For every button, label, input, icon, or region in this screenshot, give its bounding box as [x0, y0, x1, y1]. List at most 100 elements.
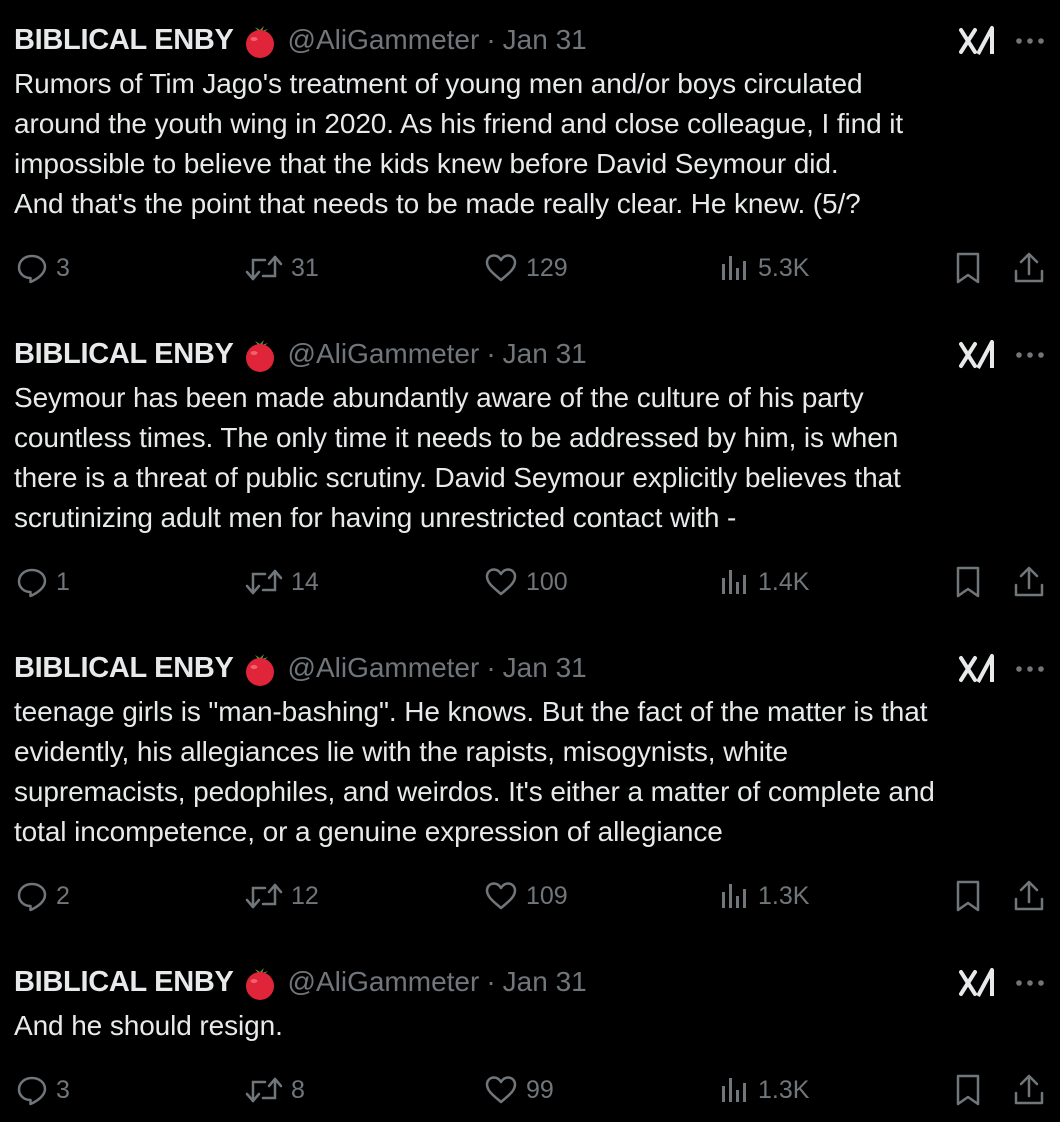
grok-icon[interactable] [958, 24, 996, 58]
heart-icon [485, 1076, 517, 1104]
separator-dot: · [486, 966, 496, 997]
reply-count: 1 [56, 567, 70, 596]
reply-count: 3 [56, 253, 70, 282]
like-button[interactable]: 109 [484, 878, 568, 914]
reply-icon [17, 1076, 47, 1106]
views-icon [722, 1078, 746, 1102]
like-count: 109 [526, 881, 568, 910]
reply-icon [17, 882, 47, 912]
share-button[interactable] [1012, 564, 1046, 600]
share-button[interactable] [1012, 250, 1046, 286]
tweet-date[interactable]: Jan 31 [503, 652, 587, 684]
views-button[interactable]: 1.3K [720, 878, 809, 914]
bookmark-icon [956, 566, 980, 598]
repost-button[interactable]: 31 [245, 250, 319, 286]
like-button[interactable]: 100 [484, 564, 568, 600]
repost-count: 8 [291, 1075, 305, 1104]
bookmark-button[interactable] [952, 1072, 984, 1108]
views-icon [722, 884, 746, 908]
more-options-icon[interactable] [1012, 652, 1048, 686]
views-icon [722, 570, 746, 594]
like-count: 99 [526, 1075, 554, 1104]
grok-icon[interactable] [958, 966, 996, 1000]
bookmark-button[interactable] [952, 250, 984, 286]
repost-count: 14 [291, 567, 319, 596]
share-icon [1014, 252, 1044, 283]
repost-count: 31 [291, 253, 319, 282]
share-button[interactable] [1012, 878, 1046, 914]
tweet-header: BIBLICAL ENBY @AliGammeter · Jan 31 [14, 962, 587, 1002]
more-options-icon[interactable] [1012, 24, 1048, 58]
share-icon [1014, 566, 1044, 597]
tomato-icon [245, 340, 274, 372]
separator-dot: · [486, 652, 496, 683]
tweet-text: And he should resign. [14, 1010, 283, 1041]
views-count: 5.3K [758, 253, 810, 282]
reply-button[interactable]: 1 [16, 564, 70, 600]
reply-button[interactable]: 2 [16, 878, 70, 914]
repost-icon [245, 255, 283, 281]
like-button[interactable]: 99 [484, 1072, 554, 1108]
tweet-text: Rumors of Tim Jago's treatment of young … [14, 68, 904, 219]
author-name[interactable]: BIBLICAL ENBY [14, 24, 234, 57]
repost-button[interactable]: 12 [245, 878, 319, 914]
author-handle[interactable]: @AliGammeter [288, 338, 480, 370]
author-handle[interactable]: @AliGammeter [288, 966, 480, 998]
repost-button[interactable]: 8 [245, 1072, 305, 1108]
share-icon [1014, 880, 1044, 911]
bookmark-icon [956, 252, 980, 284]
reply-icon [17, 568, 47, 598]
tomato-icon [245, 654, 274, 686]
tweet-header: BIBLICAL ENBY @AliGammeter · Jan 31 [14, 20, 587, 60]
author-handle[interactable]: @AliGammeter [288, 652, 480, 684]
tweet-text: Seymour has been made abundantly aware o… [14, 382, 901, 533]
tweet-header: BIBLICAL ENBY @AliGammeter · Jan 31 [14, 648, 587, 688]
tweet-date[interactable]: Jan 31 [503, 24, 587, 56]
views-button[interactable]: 1.3K [720, 1072, 809, 1108]
tweet-date[interactable]: Jan 31 [503, 338, 587, 370]
tweet-header: BIBLICAL ENBY @AliGammeter · Jan 31 [14, 334, 587, 374]
reply-button[interactable]: 3 [16, 250, 70, 286]
reply-button[interactable]: 3 [16, 1072, 70, 1108]
heart-icon [485, 254, 517, 282]
grok-icon[interactable] [958, 652, 996, 686]
separator-dot: · [486, 338, 496, 369]
repost-icon [245, 569, 283, 595]
like-count: 100 [526, 567, 568, 596]
like-count: 129 [526, 253, 568, 282]
more-options-icon[interactable] [1012, 338, 1048, 372]
grok-icon[interactable] [958, 338, 996, 372]
views-count: 1.3K [758, 881, 810, 910]
share-icon [1014, 1074, 1044, 1105]
reply-icon [17, 254, 47, 284]
repost-button[interactable]: 14 [245, 564, 319, 600]
more-options-icon[interactable] [1012, 966, 1048, 1000]
reply-count: 3 [56, 1075, 70, 1104]
repost-icon [245, 1077, 283, 1103]
tweet-date[interactable]: Jan 31 [503, 966, 587, 998]
views-button[interactable]: 1.4K [720, 564, 809, 600]
tweet-text: teenage girls is "man-bashing". He knows… [14, 696, 935, 847]
author-name[interactable]: BIBLICAL ENBY [14, 652, 234, 685]
reply-count: 2 [56, 881, 70, 910]
author-name[interactable]: BIBLICAL ENBY [14, 338, 234, 371]
bookmark-icon [956, 880, 980, 912]
repost-icon [245, 883, 283, 909]
separator-dot: · [486, 24, 496, 55]
views-count: 1.4K [758, 567, 810, 596]
repost-count: 12 [291, 881, 319, 910]
author-handle[interactable]: @AliGammeter [288, 24, 480, 56]
views-icon [722, 256, 746, 280]
bookmark-button[interactable] [952, 878, 984, 914]
author-name[interactable]: BIBLICAL ENBY [14, 966, 234, 999]
tomato-icon [245, 968, 274, 1000]
heart-icon [485, 568, 517, 596]
bookmark-icon [956, 1074, 980, 1106]
bookmark-button[interactable] [952, 564, 984, 600]
heart-icon [485, 882, 517, 910]
tomato-icon [245, 26, 274, 58]
views-count: 1.3K [758, 1075, 810, 1104]
like-button[interactable]: 129 [484, 250, 568, 286]
views-button[interactable]: 5.3K [720, 250, 809, 286]
share-button[interactable] [1012, 1072, 1046, 1108]
